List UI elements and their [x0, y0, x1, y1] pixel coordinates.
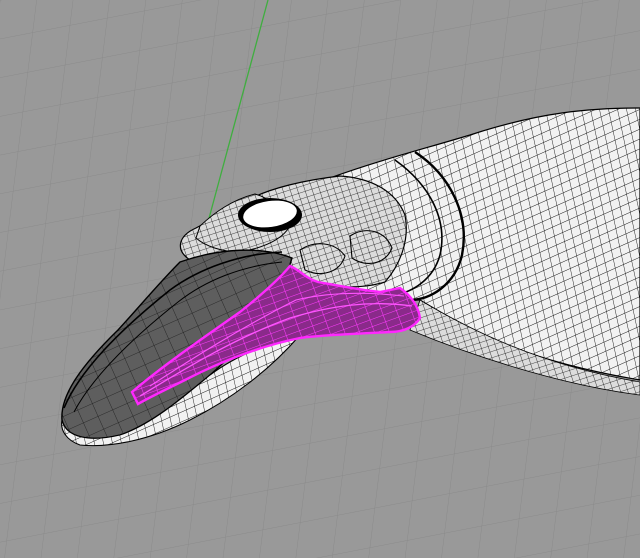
3d-viewport[interactable]: [0, 0, 640, 558]
viewport-canvas[interactable]: [0, 0, 640, 558]
